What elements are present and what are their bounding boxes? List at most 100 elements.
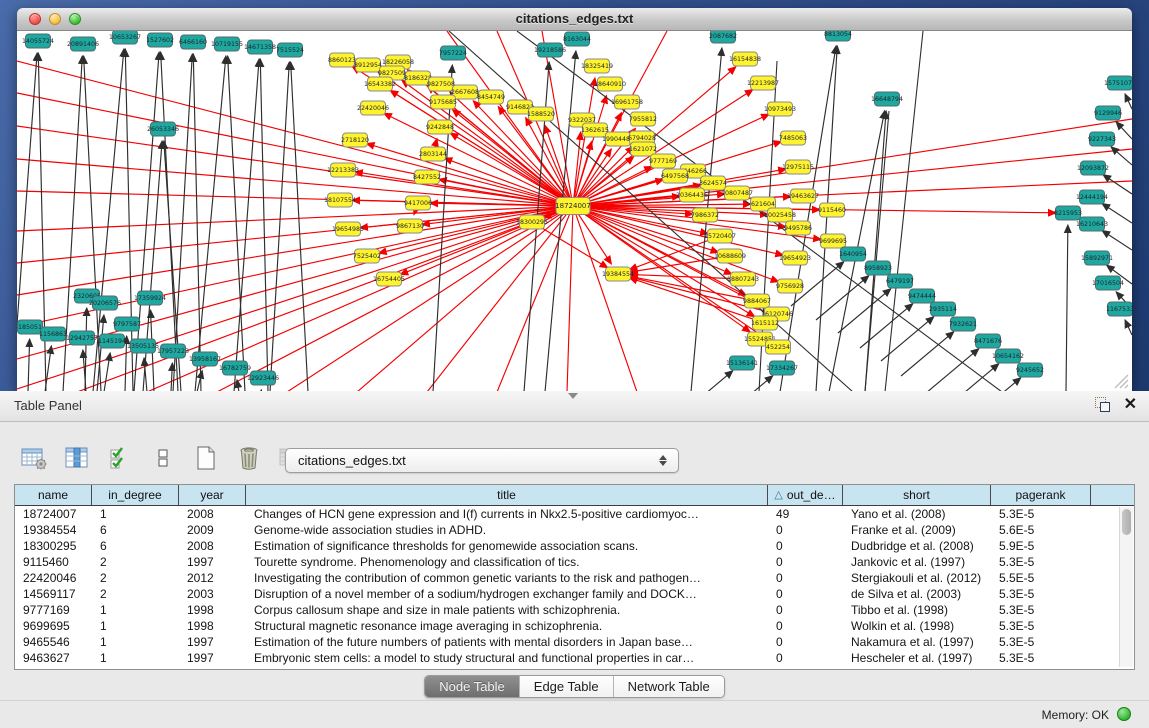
network-graph-canvas[interactable]: 1872400718300295886012389129541822605898… — [17, 31, 1132, 392]
cell-name[interactable]: 18300295 — [15, 539, 92, 553]
cell-in_degree[interactable]: 6 — [92, 523, 179, 537]
cell-year[interactable]: 2009 — [179, 523, 246, 537]
column-header-year[interactable]: year — [179, 485, 246, 505]
cell-title[interactable]: Disruption of a novel member of a sodium… — [246, 587, 768, 601]
cell-pagerank[interactable]: 5.3E-5 — [991, 555, 1091, 569]
cell-year[interactable]: 1997 — [179, 651, 246, 665]
cell-pagerank[interactable]: 5.5E-5 — [991, 571, 1091, 585]
cell-title[interactable]: Corpus callosum shape and size in male p… — [246, 603, 768, 617]
cell-in_degree[interactable]: 1 — [92, 619, 179, 633]
cell-short[interactable]: Wolkin et al. (1998) — [843, 619, 991, 633]
vertical-scrollbar[interactable] — [1119, 507, 1133, 667]
cell-in_degree[interactable]: 1 — [92, 507, 179, 521]
cell-name[interactable]: 19384554 — [15, 523, 92, 537]
cell-in_degree[interactable]: 1 — [92, 635, 179, 649]
cell-short[interactable]: Jankovic et al. (1997) — [843, 555, 991, 569]
close-icon[interactable]: ✕ — [1124, 397, 1137, 412]
cell-title[interactable]: Investigating the contribution of common… — [246, 571, 768, 585]
table-row[interactable]: 911546021997Tourette syndrome. Phenomeno… — [15, 554, 1134, 570]
table-row[interactable]: 1456911722003Disruption of a novel membe… — [15, 586, 1134, 602]
rows-icon[interactable] — [149, 444, 177, 472]
cell-year[interactable]: 1997 — [179, 635, 246, 649]
cell-short[interactable]: Hescheler et al. (1997) — [843, 651, 991, 665]
cell-name[interactable]: 18724007 — [15, 507, 92, 521]
table-row[interactable]: 1872400712008Changes of HCN gene express… — [15, 506, 1134, 522]
cell-year[interactable]: 2012 — [179, 571, 246, 585]
scrollbar-thumb[interactable] — [1122, 509, 1131, 535]
cell-pagerank[interactable]: 5.9E-5 — [991, 539, 1091, 553]
column-header-in_degree[interactable]: in_degree — [92, 485, 179, 505]
cell-short[interactable]: Franke et al. (2009) — [843, 523, 991, 537]
node-table[interactable]: namein_degreeyeartitle△out_de…shortpager… — [14, 484, 1135, 670]
table-select-dropdown[interactable]: citations_edges.txt — [285, 448, 679, 473]
column-header-out_de[interactable]: △out_de… — [768, 485, 843, 505]
table-panel-titlebar[interactable]: Table Panel ✕ — [0, 391, 1149, 422]
cell-in_degree[interactable]: 6 — [92, 539, 179, 553]
cell-title[interactable]: Structural magnetic resonance image aver… — [246, 619, 768, 633]
cell-pagerank[interactable]: 5.3E-5 — [991, 651, 1091, 665]
cell-name[interactable]: 9463627 — [15, 651, 92, 665]
cell-year[interactable]: 1997 — [179, 555, 246, 569]
cell-title[interactable]: Genome-wide association studies in ADHD. — [246, 523, 768, 537]
table-row[interactable]: 969969511998Structural magnetic resonanc… — [15, 618, 1134, 634]
cell-out_de[interactable]: 0 — [768, 555, 843, 569]
cell-name[interactable]: 14569117 — [15, 587, 92, 601]
table-row[interactable]: 2242004622012Investigating the contribut… — [15, 570, 1134, 586]
table-row[interactable]: 946362711997Embryonic stem cells: a mode… — [15, 650, 1134, 666]
cell-title[interactable]: Tourette syndrome. Phenomenology and cla… — [246, 555, 768, 569]
column-header-short[interactable]: short — [843, 485, 991, 505]
tab-edge-table[interactable]: Edge Table — [520, 676, 614, 697]
select-all-icon[interactable] — [106, 444, 134, 472]
cell-pagerank[interactable]: 5.6E-5 — [991, 523, 1091, 537]
tab-node-table[interactable]: Node Table — [425, 676, 520, 697]
cell-out_de[interactable]: 0 — [768, 523, 843, 537]
cell-short[interactable]: Tibbo et al. (1998) — [843, 603, 991, 617]
table-settings-icon[interactable] — [20, 444, 48, 472]
memory-ok-icon[interactable] — [1117, 707, 1131, 721]
cell-pagerank[interactable]: 5.3E-5 — [991, 603, 1091, 617]
cell-in_degree[interactable]: 2 — [92, 587, 179, 601]
trash-icon[interactable] — [235, 444, 263, 472]
cell-out_de[interactable]: 0 — [768, 635, 843, 649]
table-row[interactable]: 1938455462009Genome-wide association stu… — [15, 522, 1134, 538]
table-row[interactable]: 1830029562008Estimation of significance … — [15, 538, 1134, 554]
cell-name[interactable]: 9777169 — [15, 603, 92, 617]
cell-name[interactable]: 9465546 — [15, 635, 92, 649]
cell-out_de[interactable]: 0 — [768, 651, 843, 665]
cell-name[interactable]: 22420046 — [15, 571, 92, 585]
cell-short[interactable]: Dudbridge et al. (2008) — [843, 539, 991, 553]
column-visibility-icon[interactable] — [63, 444, 91, 472]
table-body[interactable]: 1872400712008Changes of HCN gene express… — [15, 506, 1134, 666]
resize-grip-icon[interactable] — [1111, 371, 1129, 389]
cell-short[interactable]: de Silva et al. (2003) — [843, 587, 991, 601]
cell-name[interactable]: 9699695 — [15, 619, 92, 633]
new-file-icon[interactable] — [192, 444, 220, 472]
cell-in_degree[interactable]: 1 — [92, 603, 179, 617]
cell-year[interactable]: 1998 — [179, 619, 246, 633]
cell-pagerank[interactable]: 5.3E-5 — [991, 619, 1091, 633]
column-header-title[interactable]: title — [246, 485, 768, 505]
cell-name[interactable]: 9115460 — [15, 555, 92, 569]
cell-out_de[interactable]: 49 — [768, 507, 843, 521]
cell-pagerank[interactable]: 5.3E-5 — [991, 507, 1091, 521]
cell-year[interactable]: 2008 — [179, 539, 246, 553]
citation-network-graph[interactable]: 1872400718300295886012389129541822605898… — [17, 31, 1132, 392]
cell-short[interactable]: Yano et al. (2008) — [843, 507, 991, 521]
column-header-name[interactable]: name — [15, 485, 92, 505]
splitter-handle[interactable] — [568, 393, 578, 399]
cell-short[interactable]: Stergiakouli et al. (2012) — [843, 571, 991, 585]
table-row[interactable]: 977716911998Corpus callosum shape and si… — [15, 602, 1134, 618]
cell-year[interactable]: 2003 — [179, 587, 246, 601]
column-header-pagerank[interactable]: pagerank — [991, 485, 1091, 505]
float-window-icon[interactable] — [1095, 397, 1110, 412]
cell-title[interactable]: Estimation of the future numbers of pati… — [246, 635, 768, 649]
cell-year[interactable]: 1998 — [179, 603, 246, 617]
network-window[interactable]: citations_edges.txt 18724007183002958860… — [17, 8, 1132, 391]
table-header-row[interactable]: namein_degreeyeartitle△out_de…shortpager… — [15, 485, 1134, 506]
cell-out_de[interactable]: 0 — [768, 619, 843, 633]
cell-title[interactable]: Estimation of significance thresholds fo… — [246, 539, 768, 553]
cell-out_de[interactable]: 0 — [768, 603, 843, 617]
network-window-titlebar[interactable]: citations_edges.txt — [17, 8, 1132, 31]
cell-pagerank[interactable]: 5.3E-5 — [991, 635, 1091, 649]
cell-short[interactable]: Nakamura et al. (1997) — [843, 635, 991, 649]
